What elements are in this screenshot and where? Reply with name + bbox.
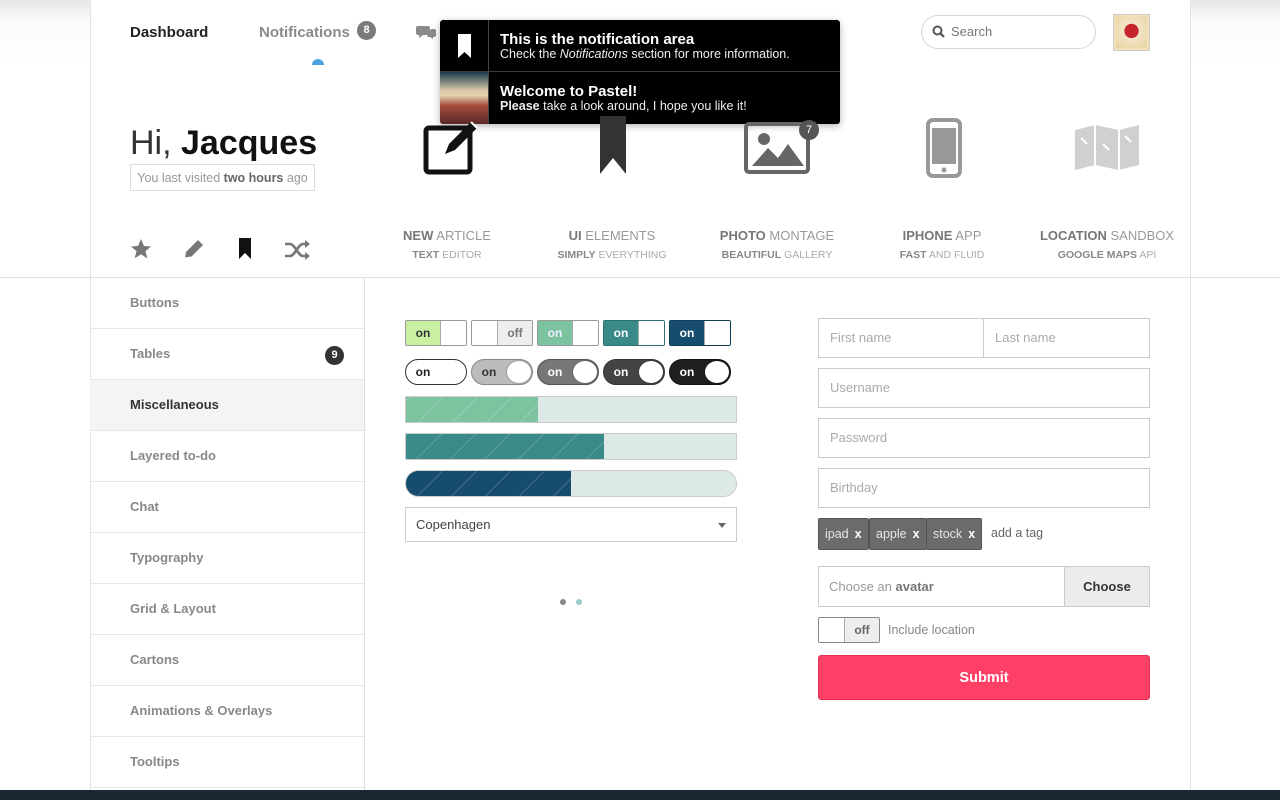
city-select[interactable]: Copenhagen [405, 507, 737, 542]
notification-text: Please take a look around, I hope you li… [500, 99, 747, 113]
notification-title: This is the notification area [500, 31, 695, 48]
password-field[interactable]: Password [818, 418, 1150, 458]
feature-iphone-app[interactable]: IPHONE APP FAST AND FLUID [867, 228, 1017, 261]
round-toggle[interactable]: on [603, 359, 665, 385]
feature-new-article[interactable]: NEW ARTICLE TEXT EDITOR [372, 228, 522, 261]
notification-title: Welcome to Pastel! [500, 83, 638, 100]
progress-bar [405, 470, 737, 497]
chat-icon[interactable] [416, 24, 436, 45]
notification-item[interactable]: This is the notification area Check the … [440, 20, 840, 72]
page-dot[interactable] [576, 599, 582, 605]
add-tag-input[interactable]: add a tag [991, 526, 1043, 540]
sidebar-item-miscellaneous[interactable]: Miscellaneous [90, 380, 364, 431]
photo-badge: 7 [799, 120, 819, 140]
tag-remove-icon[interactable]: x [968, 527, 975, 541]
birthday-field[interactable]: Birthday [818, 468, 1150, 508]
user-name: Jacques [181, 124, 318, 162]
tag: ipad x [818, 518, 869, 550]
progress-bar [405, 433, 737, 460]
greeting: Hi, Jacques [130, 124, 317, 163]
bookmark-small-icon[interactable] [238, 238, 252, 265]
toggle-switch[interactable]: on [669, 320, 731, 346]
pencil-icon[interactable] [183, 238, 205, 265]
round-toggle[interactable]: on [405, 359, 467, 385]
nav-dashboard[interactable]: Dashboard [130, 24, 208, 41]
bottom-bar [0, 790, 1280, 800]
sidebar-item-grid-layout[interactable]: Grid & Layout [90, 584, 364, 635]
username-field[interactable]: Username [818, 368, 1150, 408]
pagination-dots [560, 592, 592, 610]
first-name-field[interactable]: First name [818, 318, 985, 358]
sidebar-item-chat[interactable]: Chat [90, 482, 364, 533]
last-name-field[interactable]: Last name [983, 318, 1150, 358]
tag: stock x [926, 518, 983, 550]
star-icon[interactable] [130, 238, 152, 265]
sidebar: Buttons Tables 9 Miscellaneous Layered to… [90, 278, 365, 790]
page-dot[interactable] [560, 599, 566, 605]
progress-bar [405, 396, 737, 423]
shuffle-icon[interactable] [284, 240, 310, 265]
sidebar-item-cartons[interactable]: Cartons [90, 635, 364, 686]
search-input[interactable] [951, 24, 1086, 39]
tag-remove-icon[interactable]: x [855, 527, 862, 541]
toggle-switch[interactable]: on [537, 320, 599, 346]
phone-icon[interactable] [926, 118, 962, 183]
tables-count-badge: 9 [325, 346, 344, 365]
toggle-switch[interactable]: on [603, 320, 665, 346]
chevron-down-icon [718, 523, 726, 528]
nav-notifications[interactable]: Notifications [259, 24, 350, 41]
tag: apple x [869, 518, 927, 550]
tag-remove-icon[interactable]: x [913, 527, 920, 541]
notification-text: Check the Notifications section for more… [500, 47, 790, 61]
include-location-label: Include location [888, 623, 975, 637]
progress-fill [406, 397, 538, 422]
notification-popup: This is the notification area Check the … [440, 20, 840, 124]
feature-ui-elements[interactable]: UI ELEMENTS SIMPLY EVERYTHING [537, 228, 687, 261]
sidebar-item-tooltips[interactable]: Tooltips [90, 737, 364, 788]
bookmark-icon[interactable] [598, 116, 628, 181]
choose-button[interactable]: Choose [1064, 567, 1149, 606]
round-toggle[interactable]: on [537, 359, 599, 385]
progress-fill [406, 434, 604, 459]
sidebar-item-buttons[interactable]: Buttons [90, 278, 364, 329]
active-indicator [312, 59, 324, 65]
sidebar-item-layered-todo[interactable]: Layered to-do [90, 431, 364, 482]
last-visited: You last visited two hours ago [130, 164, 315, 191]
round-toggle[interactable]: on [471, 359, 533, 385]
greeting-hi: Hi, [130, 124, 172, 162]
avatar-file-field[interactable]: Choose an avatar Choose [818, 566, 1150, 607]
feature-location-sandbox[interactable]: LOCATION SANDBOX GOOGLE MAPS API [1032, 228, 1182, 261]
toggle-switch[interactable]: off [471, 320, 533, 346]
notification-item[interactable]: Welcome to Pastel! Please take a look ar… [440, 72, 840, 124]
notifications-count-badge: 8 [357, 21, 376, 40]
map-icon[interactable] [1073, 124, 1141, 177]
user-avatar[interactable] [1113, 14, 1150, 51]
sidebar-item-typography[interactable]: Typography [90, 533, 364, 584]
notification-thumb [440, 20, 489, 72]
toggle-switch[interactable]: on [405, 320, 467, 346]
search-icon [932, 25, 945, 43]
bookmark-icon [458, 34, 471, 58]
location-toggle[interactable]: off [818, 617, 880, 643]
feature-photo-montage[interactable]: PHOTO MONTAGE BEAUTIFUL GALLERY [702, 228, 852, 261]
submit-button[interactable]: Submit [818, 655, 1150, 700]
edit-icon[interactable] [423, 116, 479, 181]
sidebar-item-animations[interactable]: Animations & Overlays [90, 686, 364, 737]
progress-fill [406, 471, 571, 496]
sidebar-item-tables[interactable]: Tables 9 [90, 329, 364, 380]
search-box[interactable] [921, 15, 1096, 49]
round-toggle[interactable]: on [669, 359, 731, 385]
